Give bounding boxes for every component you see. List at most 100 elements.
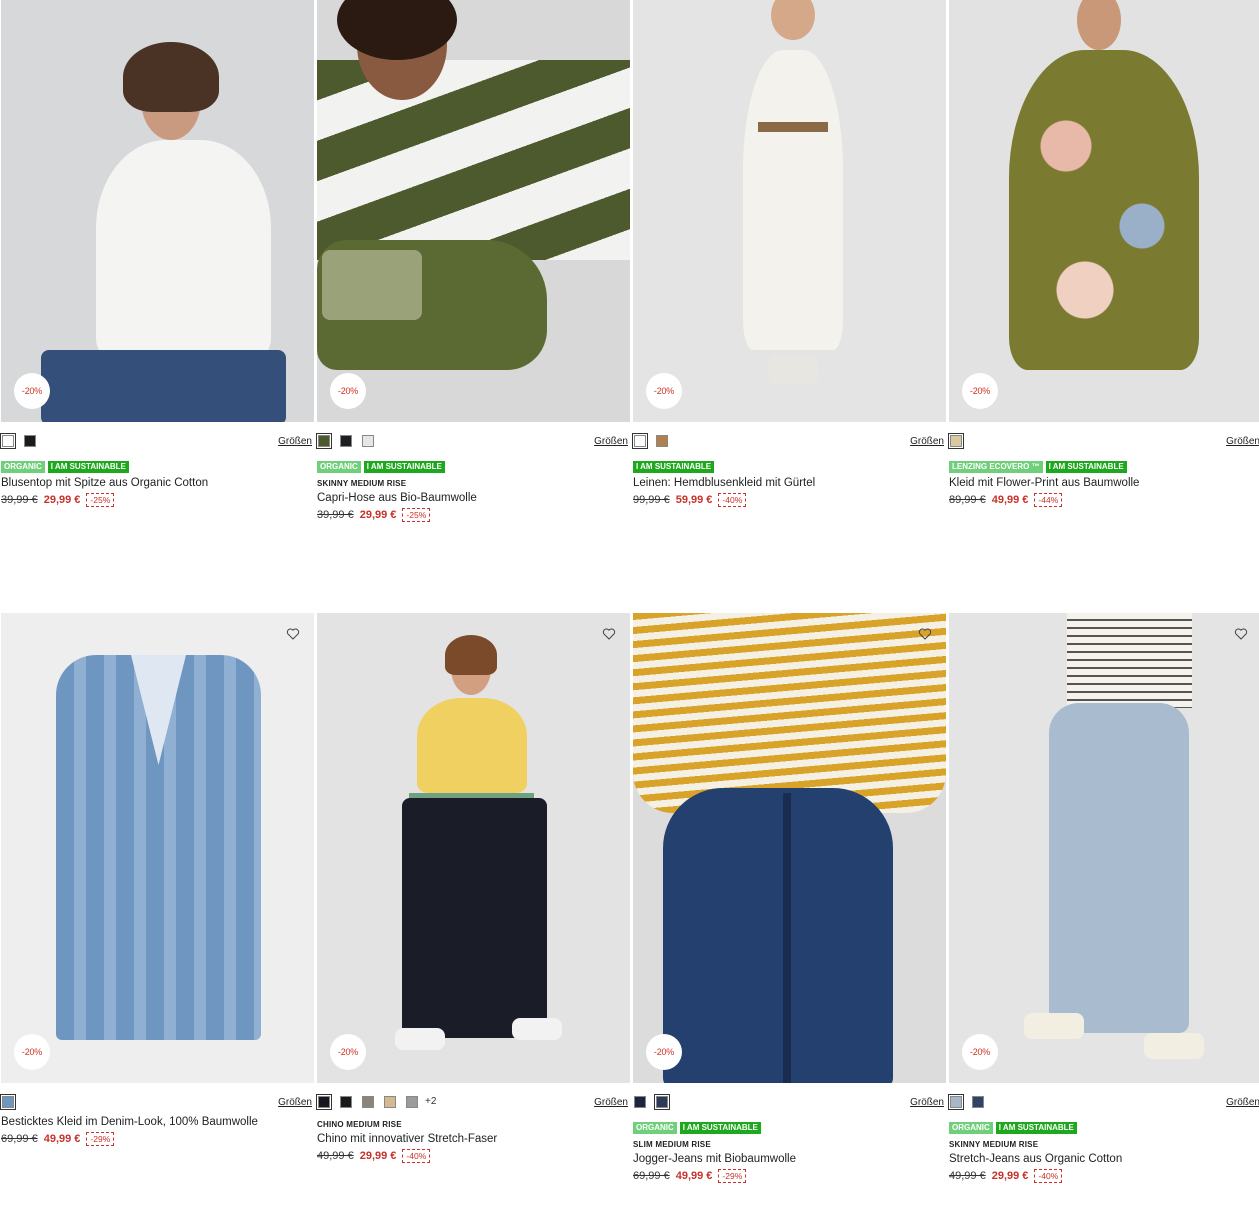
product-card[interactable]: -20% Größen ORGANIC I AM SUSTAINABLE SKI… [316, 0, 630, 522]
product-image[interactable]: -20% [949, 613, 1259, 1083]
discount-percent: -44% [1034, 493, 1063, 507]
sale-price: 49,99 € [991, 494, 1029, 506]
old-price: 49,99 € [949, 1170, 986, 1182]
sale-price: 49,99 € [43, 1133, 81, 1145]
product-card[interactable]: -20% Größen LENZING ECOVERO ™ I AM SUSTA… [948, 0, 1259, 507]
discount-percent: -40% [718, 493, 747, 507]
discount-badge: -20% [962, 373, 998, 409]
sale-price: 29,99 € [359, 509, 397, 521]
color-swatch-dark-denim[interactable] [972, 1096, 984, 1108]
product-name[interactable]: Kleid mit Flower-Print aus Baumwolle [949, 477, 1259, 489]
product-card[interactable]: -20% Größen Besticktes Kleid im Denim-Lo… [0, 613, 314, 1146]
product-card[interactable]: -20% Größen ORGANIC I AM SUSTAINABLE SKI… [948, 613, 1259, 1183]
sizes-link[interactable]: Größen [1226, 1097, 1259, 1108]
discount-badge: -20% [646, 373, 682, 409]
sizes-link[interactable]: Größen [594, 1097, 628, 1108]
color-swatch-light-denim[interactable] [948, 1094, 964, 1110]
product-image[interactable]: -20% [317, 0, 630, 422]
fit-label: SKINNY MEDIUM RISE [317, 479, 407, 488]
more-colors-count[interactable]: +2 [425, 1096, 436, 1107]
product-name[interactable]: Chino mit innovativer Stretch-Faser [317, 1133, 630, 1145]
discount-percent: -29% [86, 1132, 115, 1146]
discount-badge: -20% [330, 1034, 366, 1070]
wishlist-heart-icon[interactable] [1234, 627, 1248, 641]
color-swatch-black[interactable] [340, 1096, 352, 1108]
sale-price: 59,99 € [675, 494, 713, 506]
sizes-link[interactable]: Größen [910, 1097, 944, 1108]
color-swatch-denim[interactable] [0, 1094, 16, 1110]
product-image[interactable]: -20% [317, 613, 630, 1083]
discount-percent: -40% [1034, 1169, 1063, 1183]
sizes-link[interactable]: Größen [1226, 436, 1259, 447]
product-image[interactable]: -20% [949, 0, 1259, 422]
color-swatch-blue-denim[interactable] [654, 1094, 670, 1110]
product-photo [317, 0, 630, 422]
product-photo [949, 0, 1259, 422]
discount-percent: -25% [86, 493, 115, 507]
product-photo [633, 613, 946, 1083]
wishlist-heart-icon[interactable] [918, 627, 932, 641]
product-card[interactable]: -20% Größen I AM SUSTAINABLE Leinen: Hem… [632, 0, 946, 507]
color-swatch-grey[interactable] [406, 1096, 418, 1108]
product-photo [1, 0, 314, 422]
color-swatch-brown[interactable] [656, 435, 668, 447]
sizes-link[interactable]: Größen [594, 436, 628, 447]
discount-badge: -20% [962, 1034, 998, 1070]
discount-badge: -20% [646, 1034, 682, 1070]
fit-label: SKINNY MEDIUM RISE [949, 1140, 1039, 1149]
old-price: 69,99 € [1, 1133, 38, 1145]
tag-ecovero: LENZING ECOVERO ™ [949, 461, 1043, 473]
tag-organic: ORGANIC [317, 461, 361, 473]
sale-price: 29,99 € [991, 1170, 1029, 1182]
color-swatch-beige[interactable] [948, 433, 964, 449]
sizes-link[interactable]: Größen [278, 1097, 312, 1108]
product-card[interactable]: -20% +2 Größen CHINO MEDIUM RISE Chino m… [316, 613, 630, 1163]
color-swatch-navy[interactable] [340, 435, 352, 447]
discount-percent: -25% [402, 508, 431, 522]
discount-badge: -20% [14, 373, 50, 409]
old-price: 39,99 € [1, 494, 38, 506]
old-price: 69,99 € [633, 1170, 670, 1182]
tag-sustainable: I AM SUSTAINABLE [633, 461, 715, 473]
product-name[interactable]: Besticktes Kleid im Denim-Look, 100% Bau… [1, 1116, 314, 1128]
color-swatch-dark-denim[interactable] [634, 1096, 646, 1108]
discount-percent: -40% [402, 1149, 431, 1163]
product-image[interactable]: -20% [633, 613, 946, 1083]
color-swatch-navy[interactable] [316, 1094, 332, 1110]
old-price: 49,99 € [317, 1150, 354, 1162]
color-swatch-white[interactable] [362, 435, 374, 447]
sale-price: 29,99 € [359, 1150, 397, 1162]
sizes-link[interactable]: Größen [910, 436, 944, 447]
product-photo [633, 0, 946, 422]
product-name[interactable]: Stretch-Jeans aus Organic Cotton [949, 1153, 1259, 1165]
product-card[interactable]: -20% Größen ORGANIC I AM SUSTAINABLE Blu… [0, 0, 314, 507]
old-price: 89,99 € [949, 494, 986, 506]
tag-organic: ORGANIC [1, 461, 45, 473]
wishlist-heart-icon[interactable] [602, 627, 616, 641]
fit-label: CHINO MEDIUM RISE [317, 1120, 402, 1129]
old-price: 39,99 € [317, 509, 354, 521]
color-swatch-taupe[interactable] [362, 1096, 374, 1108]
color-swatch-olive[interactable] [316, 433, 332, 449]
product-name[interactable]: Jogger-Jeans mit Biobaumwolle [633, 1153, 946, 1165]
color-swatch-black[interactable] [24, 435, 36, 447]
color-swatch-white[interactable] [0, 433, 16, 449]
product-card[interactable]: -20% Größen ORGANIC I AM SUSTAINABLE SLI… [633, 613, 946, 1183]
product-photo [1, 613, 314, 1083]
sizes-link[interactable]: Größen [278, 436, 312, 447]
wishlist-heart-icon[interactable] [286, 627, 300, 641]
color-swatch-white[interactable] [632, 433, 648, 449]
product-name[interactable]: Leinen: Hemdblusenkleid mit Gürtel [633, 477, 946, 489]
product-photo [317, 613, 630, 1083]
product-name[interactable]: Capri-Hose aus Bio-Baumwolle [317, 492, 630, 504]
old-price: 99,99 € [633, 494, 670, 506]
tag-sustainable: I AM SUSTAINABLE [1045, 461, 1127, 473]
color-swatch-sand[interactable] [384, 1096, 396, 1108]
product-image[interactable]: -20% [633, 0, 946, 422]
product-image[interactable]: -20% [1, 613, 314, 1083]
discount-badge: -20% [14, 1034, 50, 1070]
product-name[interactable]: Blusentop mit Spitze aus Organic Cotton [1, 477, 314, 489]
tag-sustainable: I AM SUSTAINABLE [363, 461, 445, 473]
product-image[interactable]: -20% [1, 0, 314, 422]
product-photo [949, 613, 1259, 1083]
